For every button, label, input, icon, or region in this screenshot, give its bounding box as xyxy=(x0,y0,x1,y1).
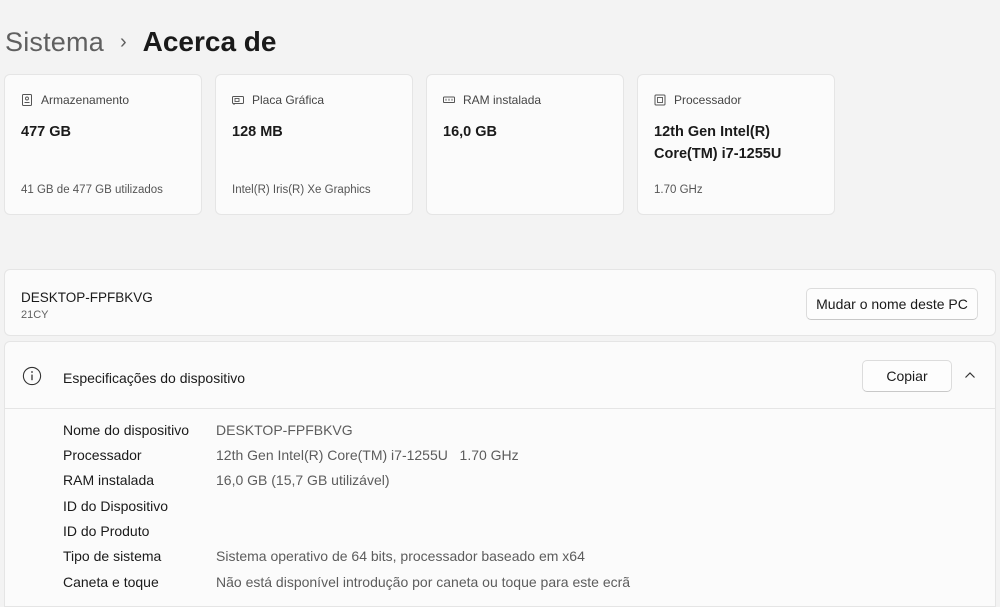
device-specs-header[interactable]: Especificações do dispositivo Copiar xyxy=(5,342,995,409)
device-model: 21CY xyxy=(21,309,49,321)
storage-icon xyxy=(22,94,32,106)
spec-row-device-name: Nome do dispositivo DESKTOP-FPFBKVG xyxy=(63,420,353,440)
device-name-panel: DESKTOP-FPFBKVG 21CY Mudar o nome deste … xyxy=(4,269,996,336)
chevron-up-icon[interactable] xyxy=(963,368,977,382)
spec-key: Caneta e toque xyxy=(63,574,159,590)
spec-key: ID do Dispositivo xyxy=(63,498,169,514)
spec-value: DESKTOP-FPFBKVG xyxy=(216,422,353,438)
spec-value: Sistema operativo de 64 bits, processado… xyxy=(216,548,585,564)
spec-row-system-type: Tipo de sistema Sistema operativo de 64 … xyxy=(63,546,585,566)
card-value: 16,0 GB xyxy=(443,124,497,140)
spec-row-pen-touch: Caneta e toque Não está disponível intro… xyxy=(63,572,630,592)
device-name: DESKTOP-FPFBKVG xyxy=(21,290,153,305)
card-label: RAM instalada xyxy=(463,93,542,107)
ram-icon xyxy=(443,96,455,103)
card-value: 128 MB xyxy=(232,124,283,140)
hardware-summary-cards: Armazenamento 477 GB 41 GB de 477 GB uti… xyxy=(4,74,835,215)
device-specs-title: Especificações do dispositivo xyxy=(63,370,246,386)
spec-value: 16,0 GB (15,7 GB utilizável) xyxy=(216,472,390,488)
spec-row-processor: Processador 12th Gen Intel(R) Core(TM) i… xyxy=(63,445,519,465)
card-value: 12th Gen Intel(R) Core(TM) i7-1255U xyxy=(654,124,782,162)
info-icon xyxy=(22,366,42,386)
device-specs-panel: Especificações do dispositivo Copiar Nom… xyxy=(4,341,996,607)
rename-pc-button[interactable]: Mudar o nome deste PC xyxy=(806,288,978,320)
card-sub: 1.70 GHz xyxy=(654,184,703,196)
spec-key: Processador xyxy=(63,447,142,463)
card-graphics[interactable]: Placa Gráfica 128 MB Intel(R) Iris(R) Xe… xyxy=(215,74,413,215)
breadcrumb: Sistema › Acerca de xyxy=(5,24,276,60)
card-sub: Intel(R) Iris(R) Xe Graphics xyxy=(232,184,371,196)
spec-row-product-id: ID do Produto xyxy=(63,521,216,541)
card-storage[interactable]: Armazenamento 477 GB 41 GB de 477 GB uti… xyxy=(4,74,202,215)
breadcrumb-parent-sistema[interactable]: Sistema xyxy=(5,27,104,58)
card-ram[interactable]: RAM instalada 16,0 GB xyxy=(426,74,624,215)
card-label: Armazenamento xyxy=(41,93,130,107)
card-label: Processador xyxy=(674,93,742,107)
card-sub: 41 GB de 477 GB utilizados xyxy=(21,184,163,196)
spec-row-device-id: ID do Dispositivo xyxy=(63,496,216,516)
spec-key: Nome do dispositivo xyxy=(63,422,190,438)
card-label: Placa Gráfica xyxy=(252,93,325,107)
spec-key: RAM instalada xyxy=(63,472,155,488)
spec-key: ID do Produto xyxy=(63,523,150,539)
card-processor[interactable]: Processador 12th Gen Intel(R) Core(TM) i… xyxy=(637,74,835,215)
spec-row-ram: RAM instalada 16,0 GB (15,7 GB utilizáve… xyxy=(63,470,390,490)
breadcrumb-chevron-icon: › xyxy=(119,30,127,53)
processor-icon xyxy=(654,94,666,106)
page-title: Acerca de xyxy=(142,26,277,57)
card-value: 477 GB xyxy=(21,124,71,140)
spec-value: 12th Gen Intel(R) Core(TM) i7-1255U 1.70… xyxy=(216,447,519,463)
copy-button[interactable]: Copiar xyxy=(862,360,952,392)
spec-value: Não está disponível introdução por canet… xyxy=(216,574,631,590)
graphics-card-icon xyxy=(232,96,244,105)
spec-key: Tipo de sistema xyxy=(63,548,162,564)
